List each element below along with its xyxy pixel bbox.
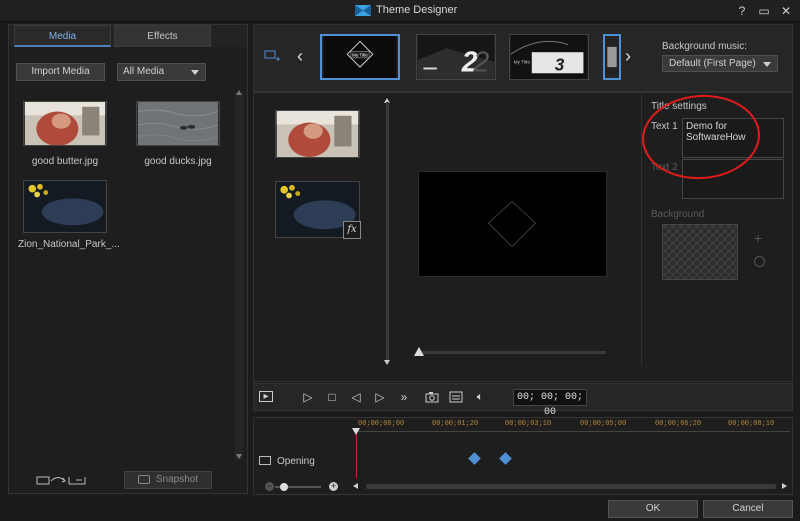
scene-thumbnail-1[interactable] [275,110,360,158]
zoom-in-icon[interactable]: + [329,482,338,491]
camera-icon [137,474,150,484]
snapshot-button: Snapshot [124,471,212,489]
media-thumbnail-butter[interactable] [23,101,107,146]
tab-effects[interactable]: Effects [114,25,211,47]
preview-slider-handle[interactable] [414,347,424,356]
timeline-scrollbar[interactable] [366,484,776,489]
previous-frame-icon[interactable]: ◁ [348,389,364,405]
play-icon[interactable]: ▷ [300,389,316,405]
ruler-label: 00;00;01;20 [432,420,479,428]
template-3-title-text: My Title [514,60,531,66]
template-thumbnail-2[interactable]: 2 2 [416,34,496,80]
background-music-dropdown[interactable]: Default (First Page) [662,55,778,72]
app-logo-icon [355,5,371,16]
chevron-down-icon [191,70,199,75]
media-label-ducks: good ducks.jpg [144,156,212,167]
template-thumbnail-3[interactable]: 3 My Title [509,34,589,80]
preview-canvas [418,171,607,277]
chevron-down-icon [763,62,771,67]
fast-forward-icon[interactable]: » [396,389,412,405]
remove-background-icon[interactable] [754,256,765,267]
track-label-opening: Opening [277,456,315,467]
timeline-scroll-right-icon[interactable] [782,483,787,489]
ruler-label: 00;00;03;10 [505,420,552,428]
subtitle-icon[interactable] [449,391,463,403]
template-number-3: 3 [555,54,565,74]
cancel-button[interactable]: Cancel [703,500,793,518]
media-thumbnail-zion[interactable] [23,180,107,233]
scene-scroll-down-icon[interactable] [384,360,390,365]
media-scrollbar[interactable] [235,92,243,460]
ruler-label: 00;00;06;20 [655,420,702,428]
preview-mode-icon[interactable]: ▸ [259,391,273,402]
volume-icon[interactable]: 🔈︎ [472,389,488,405]
template-number-2-shadow: 2 [472,46,489,78]
template-thumbnail-1[interactable]: My Title [320,34,400,80]
background-label: Background [651,209,705,220]
media-label-zion: Zion_National_Park_... [18,239,120,250]
help-button[interactable]: ? [734,3,750,19]
timeline-scroll-left-icon[interactable] [353,483,358,489]
background-music-label: Background music: [662,41,748,52]
media-filter-value: All Media [123,66,165,77]
background-preview[interactable] [662,224,738,280]
template-thumbnail-4[interactable] [603,34,621,80]
close-button[interactable]: ✕ [778,3,794,19]
scroll-up-icon[interactable] [236,90,242,95]
next-frame-icon[interactable]: ▷ [372,389,388,405]
zoom-slider-handle[interactable] [280,483,288,491]
background-music-value: Default (First Page) [669,58,756,69]
fx-icon[interactable]: fx [343,221,361,239]
camera-icon[interactable] [425,391,439,403]
maximize-button[interactable]: ▭ [756,3,772,19]
zoom-out-icon[interactable]: − [265,482,274,491]
timecode-display[interactable]: 00; 00; 00; 00 [513,389,587,418]
tab-media[interactable]: Media [14,25,111,47]
scene-list-scrollbar[interactable] [386,102,389,360]
stop-icon[interactable]: □ [324,389,340,405]
template-next-icon[interactable]: › [625,46,631,67]
media-label-butter: good butter.jpg [31,156,99,167]
ok-button[interactable]: OK [608,500,698,518]
track-icon [259,456,271,465]
scroll-down-icon[interactable] [236,454,242,459]
playhead[interactable] [356,432,357,478]
import-media-button[interactable]: Import Media [16,63,105,81]
add-template-icon[interactable] [264,50,280,62]
timeline-ruler[interactable] [356,431,790,437]
window-title: Theme Designer [376,4,458,16]
ruler-label: 00;00;08;10 [728,420,775,428]
media-thumbnail-ducks[interactable] [136,101,220,146]
template-title-text: My Title [352,53,368,58]
ruler-label: 00;00;05;00 [580,420,627,428]
transition-icon[interactable] [36,474,88,486]
snapshot-label: Snapshot [155,474,199,485]
ruler-label: 00;00;00;00 [358,420,405,428]
template-prev-icon[interactable]: ‹ [297,46,303,67]
add-background-icon[interactable]: + [754,230,762,246]
playhead-handle[interactable] [352,428,360,435]
preview-position-slider[interactable] [418,351,606,354]
media-filter-dropdown[interactable]: All Media [117,63,206,81]
